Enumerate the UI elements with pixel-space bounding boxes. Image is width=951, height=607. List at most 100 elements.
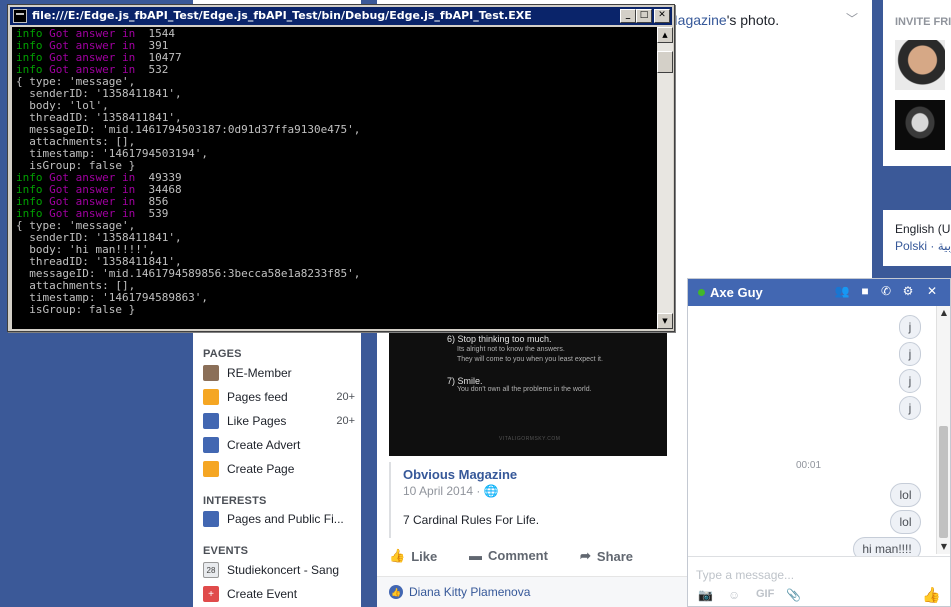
console-title: file:///E:/Edge.js_fbAPI_Test/Edge.js_fb… [32,9,532,22]
comment-button[interactable]: ▬ Comment [469,548,548,563]
language-box: English (UK Polski · العربية [883,210,951,266]
thumbs-up-icon[interactable]: 👍 [922,586,941,604]
like-reaction-icon: 👍 [389,585,403,599]
gif-icon[interactable]: GIF [756,588,774,600]
attach-icon[interactable]: 📎 [786,588,801,602]
post-options-chevron-icon[interactable]: ﹀ [846,10,858,27]
post-header-page-link[interactable]: Magazine [666,12,727,28]
sidebar-item[interactable]: 28 Studiekoncert - Sang [203,560,355,580]
scroll-down-icon[interactable]: ▼ [937,540,951,554]
chat-messages: 00:01 j j j j lol lol hi man!!!! [688,306,936,561]
console-app-icon[interactable] [13,9,27,23]
share-icon: ➦ [580,548,591,563]
sidebar-item-label: Pages and Public Fi... [227,512,344,526]
sidebar-item-label: Like Pages [227,414,287,428]
pages-section-title: PAGES [203,348,242,360]
scroll-down-icon[interactable]: ▼ [657,313,673,329]
share-button[interactable]: ➦ Share [580,548,633,564]
photo-rule6-sub1: Its alright not to know the answers. [457,346,565,353]
post-photo[interactable]: 6) Stop thinking too much. Its alright n… [389,326,667,456]
maximize-button[interactable]: □ [636,9,652,23]
scroll-thumb[interactable] [939,426,948,538]
sidebar-item-count: 20+ [336,415,355,427]
events-section-title: EVENTS [203,545,249,557]
phone-icon[interactable]: ✆ [878,284,894,298]
emoji-icon[interactable]: ☺ [728,588,740,602]
sidebar-item[interactable]: Pages feed 20+ [203,387,355,407]
video-call-icon[interactable]: ■ [857,284,873,298]
camera-icon[interactable]: 📷 [698,588,713,602]
chat-scrollbar[interactable]: ▲ ▼ [936,306,950,554]
thumbs-up-icon [203,413,219,429]
sidebar-item[interactable]: Like Pages 20+ [203,411,355,431]
chat-message-bubble: j [899,396,921,420]
gear-icon[interactable]: ⚙ [900,284,916,298]
sidebar-item[interactable]: + Create Event [203,584,355,604]
sidebar-item-label: Pages feed [227,390,288,404]
photo-watermark: VITALIGORMSKY.COM [499,436,561,442]
add-friend-icon[interactable]: 👥 [834,284,850,298]
chat-message-bubble: j [899,342,921,366]
scroll-up-icon[interactable]: ▲ [937,306,951,320]
console-output[interactable]: info Got answer in 1544 info Got answer i… [12,27,657,329]
sidebar-item[interactable]: Pages and Public Fi... [203,509,355,529]
news-feed-icon [203,511,219,527]
chat-window: Axe Guy 👥 ■ ✆ ⚙ ✕ 00:01 j j j j lol lol hi man… [687,278,951,607]
sidebar-item-label: Create Page [227,462,295,476]
sidebar-item[interactable]: RE-Member [203,363,355,383]
invite-friends-box: INVITE FRI [883,0,951,166]
sidebar-item-label: Studiekoncert - Sang [227,563,340,577]
sidebar-item-label: Create Advert [227,438,301,452]
chat-composer: Type a message... 📷 ☺ GIF 📎 👍 [688,556,950,606]
chat-message-bubble: j [899,315,921,339]
console-scrollbar[interactable]: ▲ ▼ [657,27,673,329]
photo-rule7: 7) Smile. [447,376,483,386]
console-line: isGroup: false } [16,303,136,316]
chat-message-bubble: lol [890,510,921,534]
shared-post-title[interactable]: Obvious Magazine [403,467,517,482]
photo-rule6: 6) Stop thinking too much. [447,334,552,344]
shared-post: Obvious Magazine 10 April 2014 · 🌐 7 Car… [389,462,667,538]
language-links[interactable]: Polski · العربية [895,239,951,253]
chat-message-bubble: j [899,369,921,393]
flag-icon [203,389,219,405]
current-language: English (UK [895,222,951,236]
interests-section-title: INTERESTS [203,495,267,507]
scroll-thumb[interactable] [657,51,673,73]
globe-icon: 🌐 [483,484,499,498]
minimize-button[interactable]: _ [620,9,636,23]
invite-title: INVITE FRI [895,16,951,28]
message-input[interactable]: Type a message... [696,568,794,582]
console-line: senderID: '1358411841', [16,87,182,100]
chat-header[interactable]: Axe Guy 👥 ■ ✆ ⚙ ✕ [688,279,950,306]
liker-name[interactable]: Diana Kitty Plamenova [409,585,530,599]
plus-icon: + [203,586,219,602]
megaphone-icon [203,437,219,453]
post-action-bar: 👍 Like ▬ Comment ➦ Share [377,540,687,572]
photo-rule7-sub: You don't own all the problems in the wo… [457,386,592,393]
shared-post-caption: 7 Cardinal Rules For Life. [403,513,540,527]
console-titlebar[interactable]: file:///E:/Edge.js_fbAPI_Test/Edge.js_fb… [10,7,672,25]
chat-contact-name[interactable]: Axe Guy [710,285,763,300]
page-thumbnail-icon [203,365,219,381]
friend-avatar[interactable] [895,40,945,90]
sidebar-item[interactable]: Create Page [203,459,355,479]
flag-icon [203,461,219,477]
sidebar-item-label: RE-Member [227,366,292,380]
likes-row: 👍 Diana Kitty Plamenova [377,576,687,607]
calendar-icon: 28 [203,562,219,578]
chat-message-bubble: lol [890,483,921,507]
post-header: Magazine's photo. [666,12,779,28]
like-button[interactable]: 👍 Like [389,548,437,564]
post-header-suffix: 's photo. [726,12,780,28]
photo-rule6-sub2: They will come to you when you least exp… [457,356,603,363]
friend-avatar[interactable] [895,100,945,150]
message-timestamp: 00:01 [796,460,822,471]
shared-post-date: 10 April 2014 · 🌐 [403,484,499,498]
scroll-up-icon[interactable]: ▲ [657,27,673,43]
close-button[interactable]: ✕ [654,9,670,23]
sidebar-item[interactable]: Create Advert [203,435,355,455]
close-icon[interactable]: ✕ [924,284,940,298]
thumbs-up-icon: 👍 [389,548,406,563]
sidebar-item-count: 20+ [336,391,355,403]
